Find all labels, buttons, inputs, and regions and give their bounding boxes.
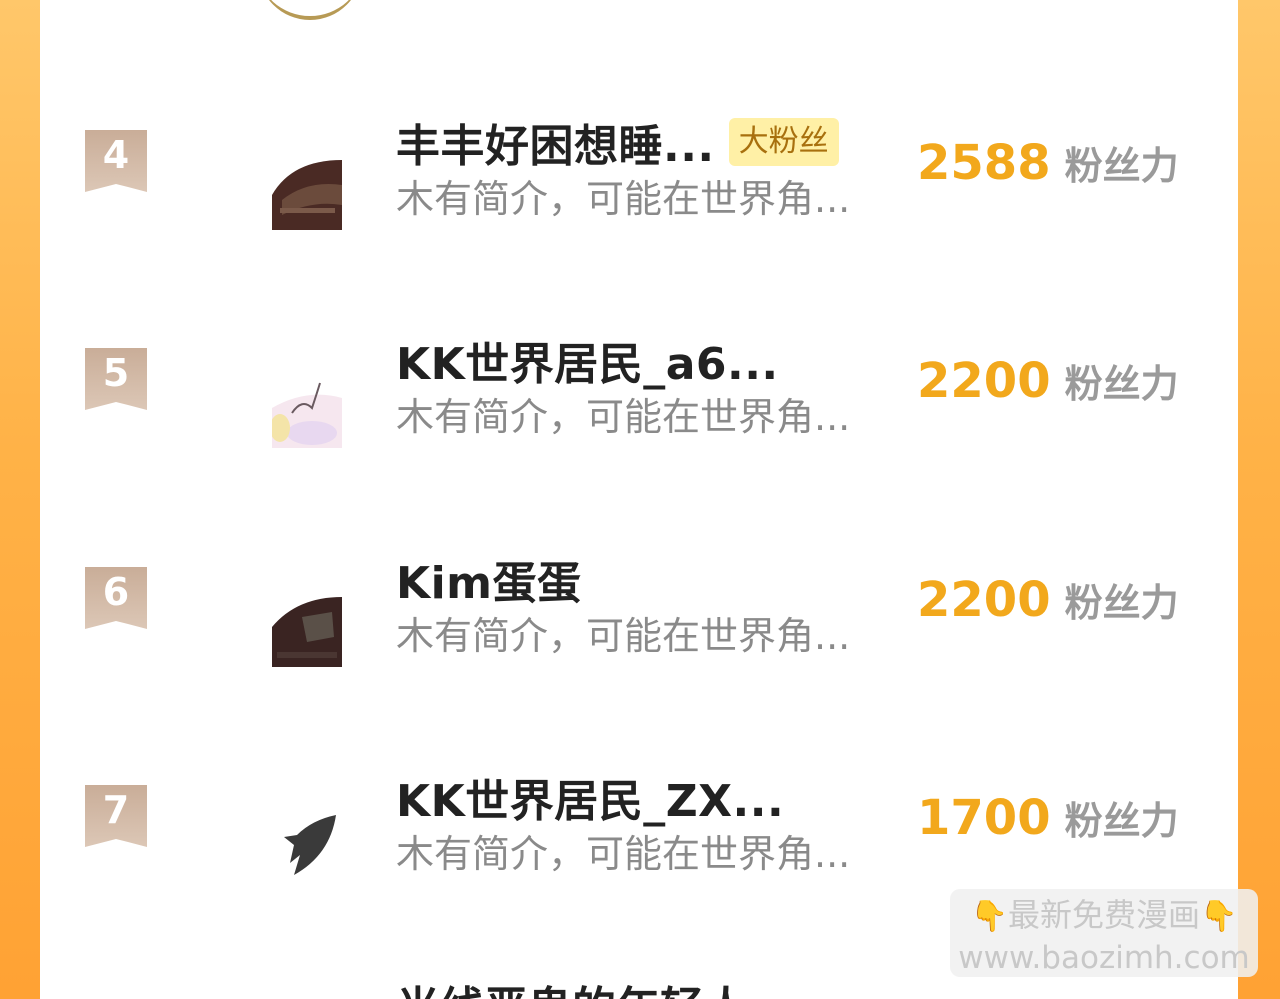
user-intro: 木有简介，可能在世界角... [396,395,851,439]
user-name[interactable]: 丰丰好困想睡... [396,110,715,174]
fan-power-value: 2588 [917,135,1051,191]
rank-flag: 6 [85,567,147,629]
avatar-image [272,815,342,885]
watermark-title: 最新免费漫画 [1007,896,1200,934]
fan-power-value: 2200 [917,572,1051,628]
avatar-image [272,597,342,667]
avatar[interactable] [272,815,342,885]
user-name-partial[interactable]: 光线恶鬼的年轻人 [396,972,748,999]
avatar[interactable] [272,378,342,448]
fan-badge: 大粉丝 [728,118,839,166]
rank-flag: 7 [85,785,147,847]
fan-power-value: 1700 [917,790,1051,846]
ranking-panel: 4 丰丰好困想睡... 大粉丝 木有简介，可能在世界角... 2588 粉丝力 … [40,0,1238,999]
avatar[interactable] [272,160,342,230]
fan-power-unit: 粉丝力 [1064,144,1179,188]
user-name[interactable]: KK世界居民_a6... [396,328,779,392]
avatar-image [272,160,342,230]
rank-flag: 4 [85,130,147,192]
user-intro: 木有简介，可能在世界角... [396,177,851,221]
rank-flag: 5 [85,348,147,410]
user-name[interactable]: Kim蛋蛋 [396,547,582,611]
pointing-down-hand-icon: 👇 [1200,899,1238,934]
avatar-image [272,378,342,448]
fan-power-unit: 粉丝力 [1064,362,1179,406]
pointing-down-hand-icon: 👇 [970,899,1008,934]
fan-power-value: 2200 [917,353,1051,409]
fan-power-unit: 粉丝力 [1064,799,1179,843]
ranking-row[interactable]: 5 KK世界居民_a6... 木有简介，可能在世界角... 2200 粉丝力 [40,318,1238,458]
ranking-row[interactable]: 6 Kim蛋蛋 木有简介，可能在世界角... 2200 粉丝力 [40,537,1238,677]
user-name[interactable]: KK世界居民_ZX... [396,765,784,829]
avatar-top-partial[interactable] [258,0,362,20]
user-intro: 木有简介，可能在世界角... [396,832,851,876]
site-watermark[interactable]: 👇最新免费漫画👇 www.baozimh.com [950,889,1258,977]
avatar[interactable] [272,597,342,667]
ranking-row[interactable]: 4 丰丰好困想睡... 大粉丝 木有简介，可能在世界角... 2588 粉丝力 [40,100,1238,240]
watermark-url[interactable]: www.baozimh.com [950,939,1258,977]
fan-power-unit: 粉丝力 [1064,581,1179,625]
ranking-row[interactable]: 7 KK世界居民_ZX... 木有简介，可能在世界角... 1700 粉丝力 [40,755,1238,895]
user-intro: 木有简介，可能在世界角... [396,614,851,658]
